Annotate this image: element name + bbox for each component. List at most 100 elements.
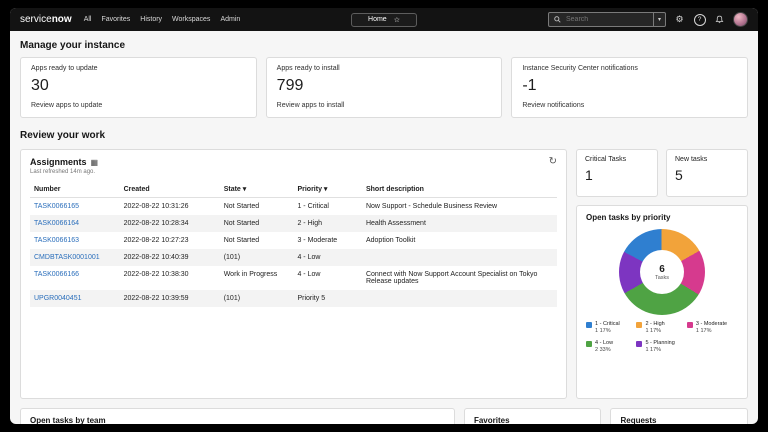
table-cell: 2022-08-22 10:40:39 [120,249,220,266]
search-scope-dropdown[interactable]: ▾ [653,13,665,26]
review-apps-install-link[interactable]: Review apps to install [277,102,492,109]
donut-total-label: Tasks [655,275,669,281]
security-notifications-card: Instance Security Center notifications -… [511,57,748,118]
avatar[interactable] [733,12,748,27]
legend-item: 5 - Planning1 17% [636,340,682,355]
task-number-link[interactable]: UPGR0040451 [30,290,120,307]
last-refreshed-text: Last refreshed 14m ago. [30,169,557,175]
table-cell: 2022-08-22 10:39:59 [120,290,220,307]
table-cell: Priority 5 [293,290,362,307]
nav-item-all[interactable]: All [84,16,92,23]
card-value: 5 [675,167,739,183]
star-icon[interactable]: ☆ [394,16,400,24]
refresh-icon[interactable]: ↻ [549,157,557,167]
review-apps-update-link[interactable]: Review apps to update [31,102,246,109]
legend-item: 1 - Critical1 17% [586,321,632,336]
grid-icon[interactable]: ▦ [91,158,99,167]
new-tasks-card[interactable]: New tasks 5 [666,149,748,197]
legend-label: 1 - Critical1 17% [595,321,620,336]
column-header-short-description: Short description [362,181,557,198]
table-cell: 3 - Moderate [293,232,362,249]
search-box[interactable]: ▾ [548,12,666,27]
card-value: 1 [585,167,649,183]
column-header-number: Number [30,181,120,198]
review-notifications-link[interactable]: Review notifications [522,102,737,109]
table-cell: 4 - Low [293,249,362,266]
home-tab-label: Home [368,16,387,23]
column-header-created: Created [120,181,220,198]
table-cell: Not Started [220,198,294,216]
table-cell: (101) [220,249,294,266]
table-row[interactable]: CMDBTASK00010012022-08-22 10:40:39(101)4… [30,249,557,266]
manage-cards-row: Apps ready to update 30 Review apps to u… [20,57,748,118]
legend-label: 3 - Moderate1 17% [696,321,727,336]
legend-swatch [636,341,642,347]
main-content: Manage your instance Apps ready to updat… [10,31,758,424]
notifications-icon[interactable] [713,13,726,26]
assignments-card: Assignments ▦ ↻ Last refreshed 14m ago. … [20,149,567,399]
legend-label: 5 - Planning1 17% [645,340,674,355]
table-cell [362,249,557,266]
nav-item-history[interactable]: History [140,16,162,23]
nav-item-admin[interactable]: Admin [220,16,240,23]
servicenow-logo[interactable]: servicenow [20,14,72,25]
table-cell: Health Assessment [362,215,557,232]
favorites-card[interactable]: Favorites [464,408,602,424]
nav-item-favorites[interactable]: Favorites [101,16,130,23]
right-column: Critical Tasks 1 New tasks 5 Open tasks … [576,149,748,399]
card-label: Apps ready to install [277,65,492,72]
legend-swatch [636,322,642,328]
legend-swatch [586,341,592,347]
donut-total: 6 [659,264,665,275]
critical-tasks-card[interactable]: Critical Tasks 1 [576,149,658,197]
table-cell: 2022-08-22 10:31:26 [120,198,220,216]
open-tasks-priority-card: Open tasks by priority 6 Tasks 1 - Criti… [576,205,748,399]
table-cell: Adoption Toolkit [362,232,557,249]
table-row[interactable]: TASK00661652022-08-22 10:31:26Not Starte… [30,198,557,216]
task-number-link[interactable]: TASK0066164 [30,215,120,232]
top-bar-right: ▾ ⚙ ? [548,12,748,27]
table-row[interactable]: TASK00661632022-08-22 10:27:23Not Starte… [30,232,557,249]
table-row[interactable]: TASK00661662022-08-22 10:38:30Work in Pr… [30,266,557,290]
table-cell: 2022-08-22 10:27:23 [120,232,220,249]
card-value: 30 [31,77,246,95]
task-number-link[interactable]: TASK0066163 [30,232,120,249]
table-cell: 2022-08-22 10:38:30 [120,266,220,290]
assignments-title: Assignments [30,157,87,167]
table-row[interactable]: TASK00661642022-08-22 10:28:34Not Starte… [30,215,557,232]
task-number-link[interactable]: TASK0066165 [30,198,120,216]
table-row[interactable]: UPGR00404512022-08-22 10:39:59(101)Prior… [30,290,557,307]
task-number-link[interactable]: CMDBTASK0001001 [30,249,120,266]
card-label: Critical Tasks [585,156,649,163]
card-label: Apps ready to update [31,65,246,72]
assignments-header: Assignments ▦ ↻ [30,157,557,167]
table-cell: 2 - High [293,215,362,232]
donut-chart-wrap: 6 Tasks [619,229,705,315]
requests-card[interactable]: Requests [610,408,748,424]
legend-label: 4 - Low2 33% [595,340,613,355]
card-label: Instance Security Center notifications [522,65,737,72]
table-header-row: NumberCreatedState ▾Priority ▾Short desc… [30,181,557,198]
search-input[interactable] [564,15,653,24]
legend-item: 2 - High1 17% [636,321,682,336]
table-cell: Now Support - Schedule Business Review [362,198,557,216]
table-cell: Not Started [220,215,294,232]
card-value: -1 [522,77,737,95]
help-icon[interactable]: ? [693,13,706,26]
chevron-down-icon: ▾ [658,16,661,23]
apps-update-card: Apps ready to update 30 Review apps to u… [20,57,257,118]
open-tasks-team-card[interactable]: Open tasks by team [20,408,455,424]
gear-icon[interactable]: ⚙ [673,13,686,26]
table-cell: (101) [220,290,294,307]
home-tab[interactable]: Home ☆ [351,13,417,27]
table-cell: Not Started [220,232,294,249]
work-row: Assignments ▦ ↻ Last refreshed 14m ago. … [20,149,748,399]
nav-item-workspaces[interactable]: Workspaces [172,16,210,23]
legend-item: 4 - Low2 33% [586,340,632,355]
search-icon [554,16,561,23]
column-header-priority[interactable]: Priority ▾ [293,181,362,198]
bottom-cards-row: Open tasks by team Favorites Requests [20,408,748,424]
legend-item: 3 - Moderate1 17% [687,321,738,336]
column-header-state[interactable]: State ▾ [220,181,294,198]
task-number-link[interactable]: TASK0066166 [30,266,120,290]
